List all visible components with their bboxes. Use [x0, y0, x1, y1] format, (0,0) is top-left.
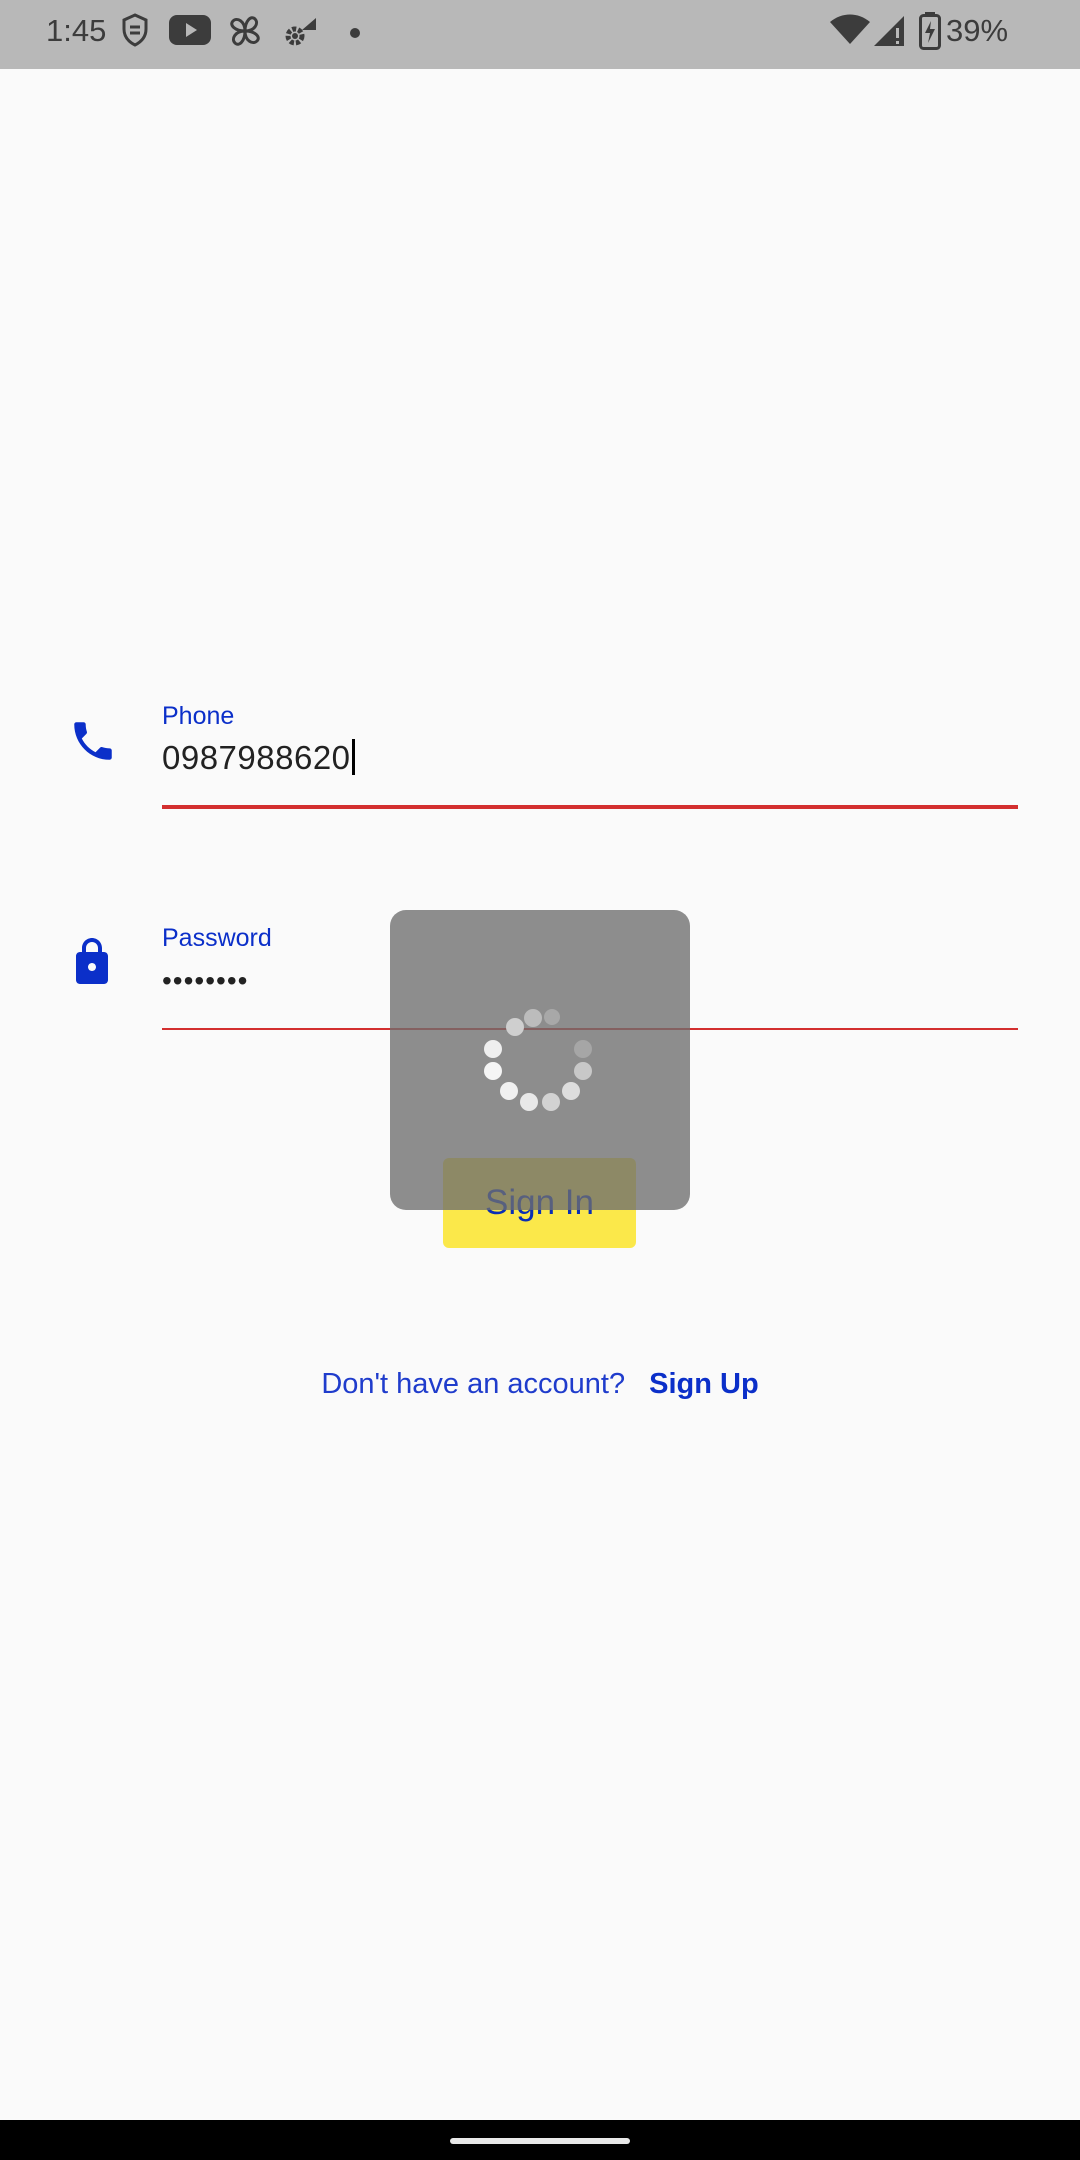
phone-input[interactable]: 0987988620 — [162, 736, 355, 780]
home-gesture-handle[interactable] — [450, 2138, 630, 2144]
battery-percentage: 39% — [946, 13, 1009, 48]
loading-overlay — [390, 910, 690, 1210]
status-bar: 1:45 39% — [0, 0, 1080, 69]
no-account-text: Don't have an account? — [321, 1368, 626, 1400]
pinwheel-icon — [227, 13, 263, 54]
lock-icon — [68, 934, 116, 993]
vpn-icon — [121, 12, 149, 53]
sign-up-link[interactable]: Sign Up — [649, 1368, 759, 1400]
phone-icon — [68, 716, 118, 771]
text-cursor — [351, 739, 355, 775]
spinner-icon — [390, 910, 690, 1210]
password-label: Password — [162, 924, 272, 952]
settings-icon — [282, 16, 318, 53]
status-time: 1:45 — [46, 13, 107, 48]
password-input[interactable]: •••••••• — [162, 964, 248, 998]
dot-icon — [350, 25, 360, 43]
phone-label: Phone — [162, 702, 235, 730]
battery-charging-icon — [919, 12, 941, 55]
phone-underline — [162, 805, 1018, 809]
youtube-icon — [169, 15, 211, 50]
signal-icon — [872, 14, 906, 53]
wifi-icon — [830, 14, 870, 51]
phone-value: 0987988620 — [162, 739, 351, 776]
password-value: •••••••• — [162, 965, 249, 996]
sign-up-prompt: Don't have an account? Sign Up — [0, 1364, 1080, 1404]
